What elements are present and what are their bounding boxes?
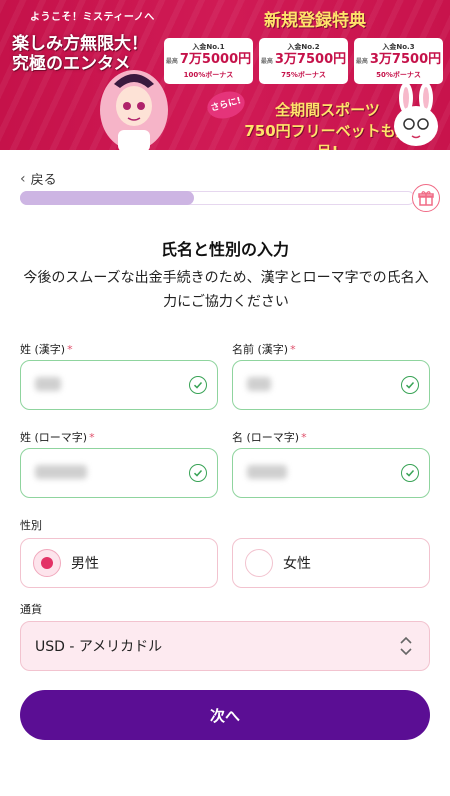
bonus-card-prefix: 最高 bbox=[355, 58, 368, 65]
bonus-card: 入金No.3 最高 3万7500円 50%ボーナス bbox=[354, 38, 443, 84]
page-description: 今後のスムーズな出金手続きのため、漢字とローマ字での氏名入力にご協力ください bbox=[23, 270, 429, 310]
first-name-roman-label: 名 (ローマ字) * bbox=[232, 429, 307, 445]
currency-select[interactable]: USD - アメリカドル bbox=[20, 621, 430, 671]
redacted-value bbox=[35, 377, 61, 391]
currency-label: 通貨 bbox=[20, 603, 42, 616]
bonus-card-amount-value: 7万5000円 bbox=[179, 52, 252, 67]
last-name-kanji-label: 姓 (漢字) * bbox=[20, 341, 73, 357]
required-mark: * bbox=[89, 431, 95, 444]
first-name-kanji-label: 名前 (漢字) * bbox=[232, 341, 296, 357]
last-name-kanji-label-text: 姓 (漢字) bbox=[20, 343, 66, 356]
gender-female-label: 女性 bbox=[283, 556, 311, 572]
redacted-value bbox=[247, 465, 287, 479]
last-name-roman-field[interactable] bbox=[20, 448, 218, 498]
gender-male-option[interactable]: 男性 bbox=[20, 538, 218, 588]
gender-label: 性別 bbox=[20, 519, 42, 532]
gift-icon bbox=[412, 184, 440, 212]
last-name-roman-label-text: 姓 (ローマ字) bbox=[20, 431, 88, 444]
required-mark: * bbox=[290, 343, 296, 356]
progress-fill bbox=[20, 191, 194, 205]
bonus-card: 入金No.2 最高 3万7500円 75%ボーナス bbox=[259, 38, 348, 84]
check-circle-icon bbox=[401, 376, 419, 394]
bonus-card-label: 入金No.1 bbox=[192, 43, 225, 51]
gender-male-label: 男性 bbox=[71, 556, 99, 572]
page-title: 氏名と性別の入力 bbox=[160, 240, 289, 259]
redacted-value bbox=[247, 377, 271, 391]
radio-selected-icon bbox=[33, 549, 61, 577]
required-mark: * bbox=[301, 431, 307, 444]
first-name-roman-label-text: 名 (ローマ字) bbox=[232, 431, 300, 444]
chevron-up-down-icon bbox=[399, 634, 413, 661]
chevron-left-icon: ‹ bbox=[20, 170, 26, 187]
bunny-mascot-illustration bbox=[394, 84, 438, 146]
check-circle-icon bbox=[189, 464, 207, 482]
banner-welcome: ようこそ！ミスティーノへ bbox=[30, 12, 155, 23]
last-name-kanji-field[interactable] bbox=[20, 360, 218, 410]
back-link[interactable]: ‹ 戻る bbox=[20, 169, 57, 189]
bonus-card-amount: 最高 3万7500円 bbox=[259, 52, 348, 70]
bonus-card: 入金No.1 最高 7万5000円 100%ボーナス bbox=[164, 38, 253, 84]
promo-title: 新規登録特典 bbox=[264, 11, 366, 31]
check-circle-icon bbox=[189, 376, 207, 394]
bonus-card-label: 入金No.2 bbox=[287, 43, 320, 51]
bonus-card-label: 入金No.3 bbox=[382, 43, 415, 51]
next-button[interactable]: 次へ bbox=[20, 690, 430, 740]
promo-banner[interactable]: ようこそ！ミスティーノへ 楽しみ方無限大！ 究極のエンタメ 新規登録特典 入金N… bbox=[0, 0, 450, 150]
banner-tagline-line1: 楽しみ方無限大！ bbox=[12, 34, 148, 54]
bonus-card-percent: 50%ボーナス bbox=[376, 71, 421, 79]
first-name-kanji-label-text: 名前 (漢字) bbox=[232, 343, 289, 356]
bonus-card-amount: 最高 7万5000円 bbox=[164, 52, 253, 70]
bonus-card-prefix: 最高 bbox=[260, 58, 273, 65]
bonus-card-amount-value: 3万7500円 bbox=[369, 52, 442, 67]
bonus-card-percent: 100%ボーナス bbox=[183, 71, 234, 79]
gender-female-option[interactable]: 女性 bbox=[232, 538, 430, 588]
required-mark: * bbox=[67, 343, 73, 356]
bonus-card-amount: 最高 3万7500円 bbox=[354, 52, 443, 70]
first-name-roman-field[interactable] bbox=[232, 448, 430, 498]
bonus-card-percent: 75%ボーナス bbox=[281, 71, 326, 79]
bonus-card-prefix: 最高 bbox=[165, 58, 178, 65]
redacted-value bbox=[35, 465, 87, 479]
first-name-kanji-field[interactable] bbox=[232, 360, 430, 410]
bonus-card-amount-value: 3万7500円 bbox=[274, 52, 347, 67]
last-name-roman-label: 姓 (ローマ字) * bbox=[20, 429, 95, 445]
radio-unselected-icon bbox=[245, 549, 273, 577]
currency-value: USD - アメリカドル bbox=[35, 639, 163, 655]
back-label: 戻る bbox=[30, 173, 57, 188]
bonus-cards: 入金No.1 最高 7万5000円 100%ボーナス 入金No.2 最高 3万750… bbox=[164, 38, 443, 84]
check-circle-icon bbox=[401, 464, 419, 482]
